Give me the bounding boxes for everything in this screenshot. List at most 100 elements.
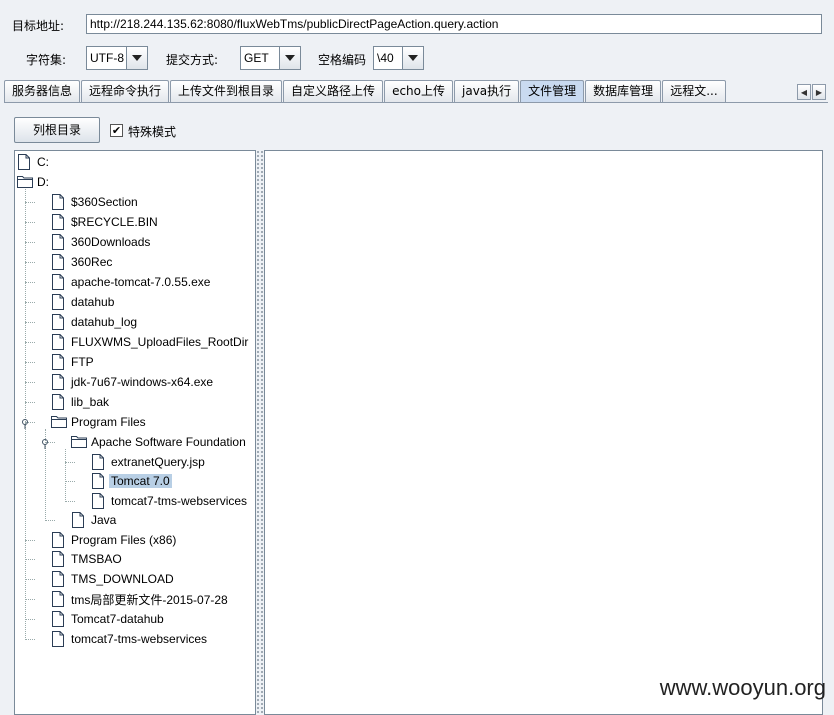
tab-echo-upload[interactable]: echo上传 xyxy=(384,80,453,102)
tree-node-label: apache-tomcat-7.0.55.exe xyxy=(71,275,211,289)
tree-node[interactable]: Apache Software Foundation xyxy=(71,433,248,451)
tree-node[interactable]: FLUXWMS_UploadFiles_RootDir xyxy=(51,333,250,351)
tree-node-label: FLUXWMS_UploadFiles_RootDir xyxy=(71,335,249,349)
tree-node[interactable]: $360Section xyxy=(51,193,140,211)
charset-select[interactable]: UTF-8 xyxy=(86,46,148,70)
tree-node[interactable]: tms局部更新文件-2015-07-28 xyxy=(51,590,230,608)
chevron-down-icon[interactable] xyxy=(280,47,300,69)
charset-value: UTF-8 xyxy=(87,47,127,69)
tree-node[interactable]: Program Files (x86) xyxy=(51,531,178,549)
tab-java-exec[interactable]: java执行 xyxy=(454,80,520,102)
file-icon xyxy=(51,214,65,230)
tree-node[interactable]: FTP xyxy=(51,353,96,371)
folder-open-icon xyxy=(71,434,87,450)
tree-connector-line xyxy=(45,520,55,521)
tree-connector-line xyxy=(25,342,35,343)
tree-connector-line xyxy=(25,302,35,303)
watermark: www.wooyun.org xyxy=(659,675,826,700)
tree-node[interactable]: tomcat7-tms-webservices xyxy=(51,630,209,648)
tree-node[interactable]: 360Downloads xyxy=(51,233,152,251)
tree-connector-line xyxy=(65,500,75,502)
space-encoding-label: 空格编码 xyxy=(318,53,367,67)
tab-remote-file[interactable]: 远程文... xyxy=(662,80,727,102)
tab-database-manager[interactable]: 数据库管理 xyxy=(585,80,662,102)
target-url-label: 目标地址: xyxy=(12,19,65,33)
tree-node[interactable]: Tomcat 7.0 xyxy=(91,472,172,490)
tree-node[interactable]: datahub xyxy=(51,293,116,311)
tree-node-label: extranetQuery.jsp xyxy=(111,454,205,469)
file-icon xyxy=(51,531,65,548)
tree-node-label: Tomcat 7.0 xyxy=(109,474,172,488)
folder-open-icon xyxy=(17,174,33,190)
tree-node[interactable]: C: xyxy=(17,153,51,171)
tree-node-label: jdk-7u67-windows-x64.exe xyxy=(71,375,214,389)
tree-node[interactable]: $RECYCLE.BIN xyxy=(51,213,160,231)
tree-node[interactable]: apache-tomcat-7.0.55.exe xyxy=(51,273,212,291)
tab-scroll-right-button[interactable]: ▶ xyxy=(812,84,826,100)
file-tree[interactable]: C: D: $360Section $RECYCLE.BIN 360Downloads 3… xyxy=(14,150,256,715)
tab-bar: 服务器信息 远程命令执行 上传文件到根目录 自定义路径上传 echo上传 jav… xyxy=(4,80,727,103)
tree-connector-line xyxy=(65,449,66,502)
tree-node-label: $RECYCLE.BIN xyxy=(71,215,158,229)
tab-scroll-left-button[interactable]: ◀ xyxy=(797,84,811,100)
tree-node[interactable]: jdk-7u67-windows-x64.exe xyxy=(51,373,215,391)
tree-connector-line xyxy=(25,599,35,600)
tree-expand-handle-icon[interactable] xyxy=(41,438,49,449)
tree-node-label: 360Downloads xyxy=(71,235,151,249)
folder-open-icon xyxy=(51,414,67,430)
split-pane-divider[interactable] xyxy=(256,150,264,715)
special-mode-checkbox[interactable]: ✔ xyxy=(110,124,123,137)
file-icon xyxy=(51,294,65,310)
file-icon xyxy=(91,473,105,489)
file-icon xyxy=(51,394,65,410)
tree-connector-line xyxy=(25,579,35,580)
tree-node[interactable]: Java xyxy=(71,511,118,529)
tree-node-label: D: xyxy=(37,175,49,189)
tree-node[interactable]: lib_bak xyxy=(51,393,111,411)
tree-connector-line xyxy=(25,619,35,620)
tab-server-info[interactable]: 服务器信息 xyxy=(4,80,81,102)
tree-connector-line xyxy=(25,539,35,541)
file-icon xyxy=(17,154,31,170)
file-icon xyxy=(51,591,65,607)
tree-connector-line xyxy=(25,189,26,640)
tree-node[interactable]: D: xyxy=(17,173,51,191)
tree-node[interactable]: TMS_DOWNLOAD xyxy=(51,570,176,588)
tree-node[interactable]: TMSBAO xyxy=(51,550,124,568)
file-icon xyxy=(51,631,65,647)
file-icon xyxy=(51,254,65,270)
tree-node-label: Java xyxy=(91,513,117,527)
file-icon xyxy=(51,374,65,390)
file-icon xyxy=(51,274,65,290)
tree-node[interactable]: 360Rec xyxy=(51,253,114,271)
tree-node[interactable]: datahub_log xyxy=(51,313,139,331)
tab-remote-command[interactable]: 远程命令执行 xyxy=(81,80,170,102)
tree-connector-line xyxy=(65,481,75,482)
tree-node[interactable]: Program Files xyxy=(51,413,148,431)
method-label: 提交方式: xyxy=(166,53,219,67)
tree-connector-line xyxy=(25,639,35,640)
tree-connector-line xyxy=(25,322,35,323)
chevron-down-icon[interactable] xyxy=(127,47,147,69)
list-root-button[interactable]: 列根目录 xyxy=(14,117,100,143)
tree-node[interactable]: extranetQuery.jsp xyxy=(91,453,207,471)
file-icon xyxy=(51,551,65,567)
charset-label: 字符集: xyxy=(26,53,67,67)
tree-connector-line xyxy=(25,282,35,283)
method-select[interactable]: GET xyxy=(240,46,301,70)
tab-file-manager[interactable]: 文件管理 xyxy=(520,80,585,103)
tree-expand-handle-icon[interactable] xyxy=(21,418,29,429)
tree-node[interactable]: Tomcat7-datahub xyxy=(51,610,166,628)
chevron-down-icon[interactable] xyxy=(403,47,423,69)
space-encoding-select[interactable]: \40 xyxy=(373,46,424,70)
tree-node[interactable]: tomcat7-tms-webservices xyxy=(91,492,249,510)
target-url-input[interactable]: http://218.244.135.62:8080/fluxWebTms/pu… xyxy=(86,14,822,34)
file-icon xyxy=(51,314,65,330)
tree-connector-line xyxy=(65,461,75,463)
tab-upload-root[interactable]: 上传文件到根目录 xyxy=(170,80,283,102)
special-mode-label: 特殊模式 xyxy=(128,125,177,139)
tree-node-label: Program Files xyxy=(71,415,146,429)
tree-connector-line xyxy=(25,242,35,243)
tab-custom-path-upload[interactable]: 自定义路径上传 xyxy=(283,80,384,102)
file-icon xyxy=(51,194,65,210)
